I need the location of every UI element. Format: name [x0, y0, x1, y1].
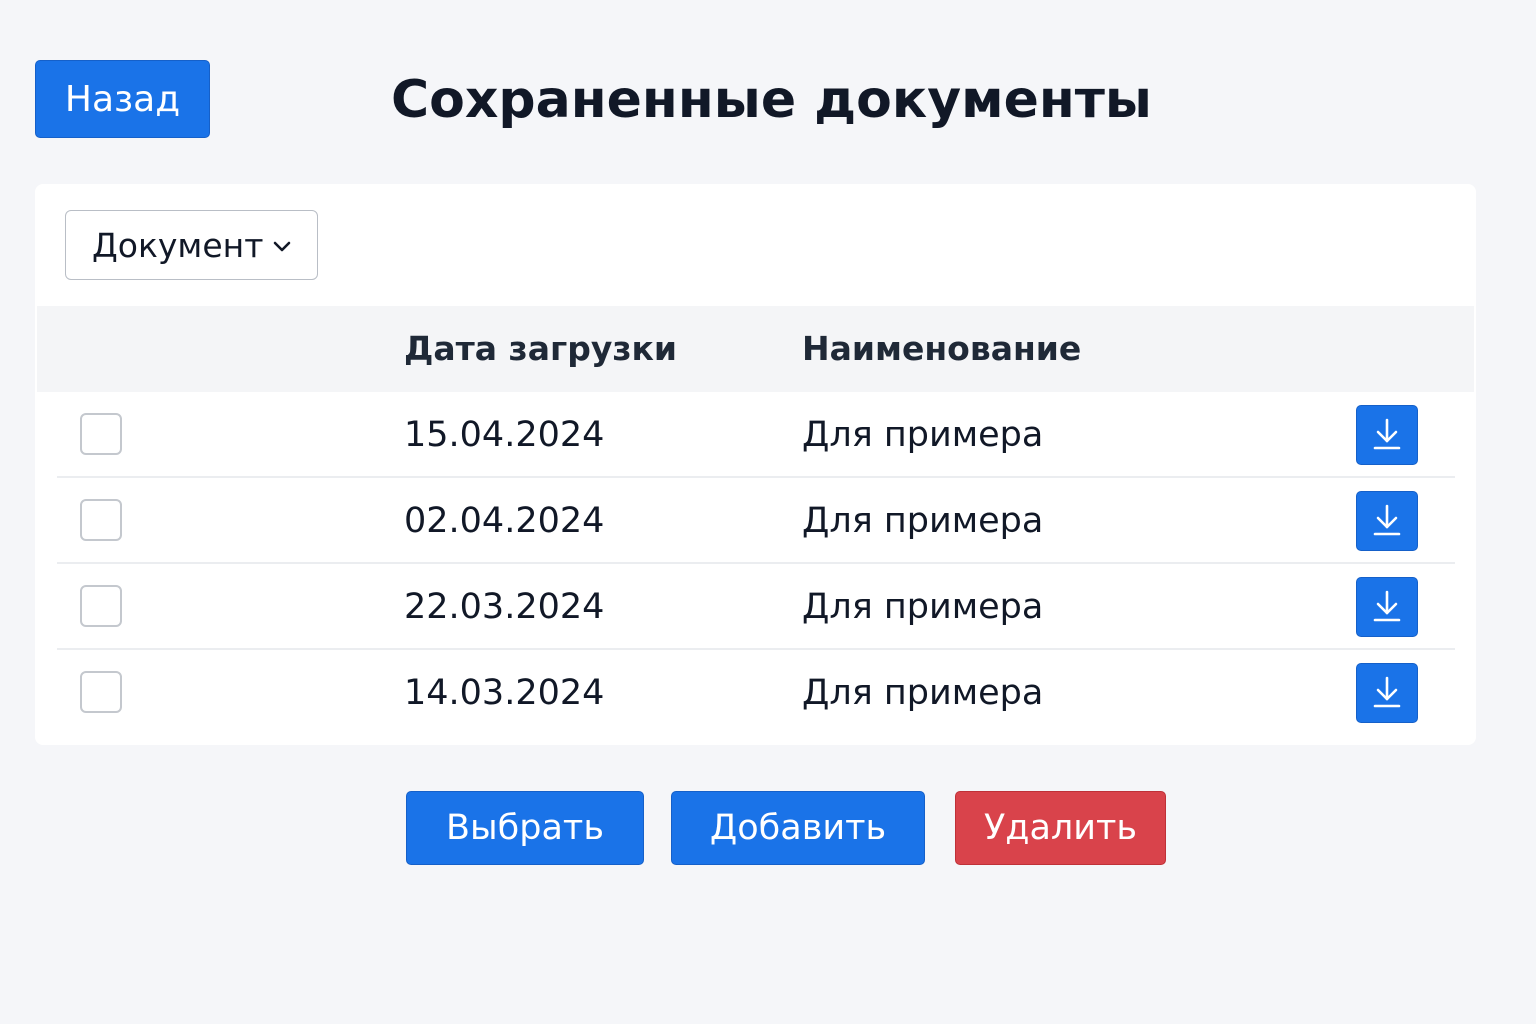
- add-button[interactable]: Добавить: [671, 791, 925, 865]
- document-name-cell: Для примера: [802, 415, 1044, 455]
- documents-card: Документ Дата загрузки Наименование 15.0…: [35, 184, 1476, 745]
- document-name-cell: Для примера: [802, 673, 1044, 713]
- row-checkbox[interactable]: [80, 499, 122, 541]
- download-icon: [1373, 418, 1401, 450]
- download-button[interactable]: [1356, 663, 1418, 723]
- table-row: 22.03.2024 Для примера: [57, 564, 1455, 650]
- select-button[interactable]: Выбрать: [406, 791, 644, 865]
- upload-date-cell: 22.03.2024: [404, 587, 605, 627]
- row-checkbox[interactable]: [80, 585, 122, 627]
- document-name-cell: Для примера: [802, 501, 1044, 541]
- table-row: 02.04.2024 Для примера: [57, 478, 1455, 564]
- table-row: 15.04.2024 Для примера: [57, 392, 1455, 478]
- upload-date-cell: 14.03.2024: [404, 673, 605, 713]
- delete-button[interactable]: Удалить: [955, 791, 1166, 865]
- table-row: 14.03.2024 Для примера: [57, 650, 1455, 736]
- row-checkbox[interactable]: [80, 671, 122, 713]
- download-button[interactable]: [1356, 577, 1418, 637]
- download-icon: [1373, 504, 1401, 536]
- download-icon: [1373, 590, 1401, 622]
- back-button[interactable]: Назад: [35, 60, 210, 138]
- download-button[interactable]: [1356, 405, 1418, 465]
- download-icon: [1373, 676, 1401, 708]
- upload-date-cell: 02.04.2024: [404, 501, 605, 541]
- column-header-name: Наименование: [802, 329, 1082, 368]
- upload-date-cell: 15.04.2024: [404, 415, 605, 455]
- chevron-down-icon: [273, 241, 291, 252]
- page-title: Сохраненные документы: [391, 70, 1152, 130]
- row-checkbox[interactable]: [80, 413, 122, 455]
- download-button[interactable]: [1356, 491, 1418, 551]
- table-header: Дата загрузки Наименование: [37, 306, 1474, 392]
- column-header-upload-date: Дата загрузки: [404, 329, 678, 368]
- document-type-select[interactable]: Документ: [65, 210, 318, 280]
- document-type-select-value: Документ: [92, 225, 264, 265]
- document-name-cell: Для примера: [802, 587, 1044, 627]
